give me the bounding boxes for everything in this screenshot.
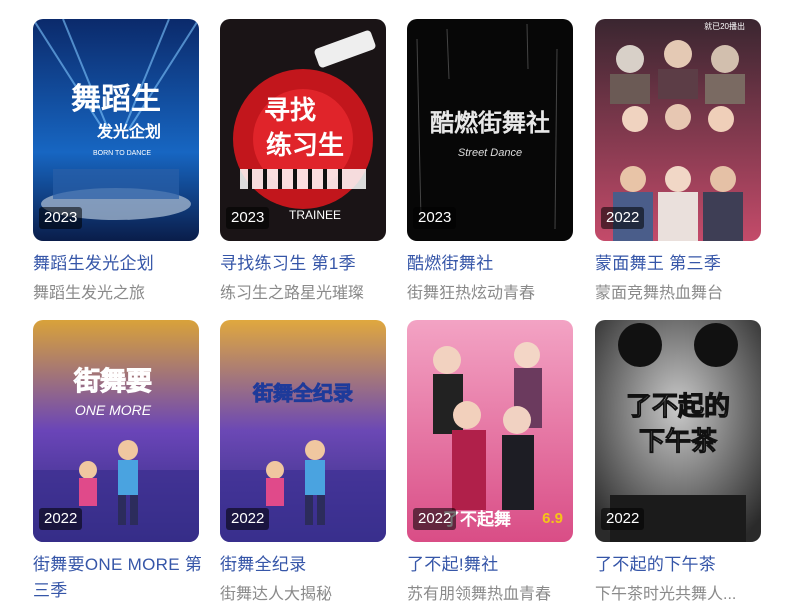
poster-image[interactable]: 了不起舞 2022 6.9	[407, 320, 573, 542]
year-badge: 2023	[226, 207, 270, 229]
svg-text:练习生: 练习生	[266, 130, 344, 161]
show-title-link[interactable]: 了不起的下午茶	[595, 552, 770, 578]
show-title-link[interactable]: 街舞要ONE MORE 第三季	[33, 552, 208, 604]
year-badge: 2022	[601, 508, 645, 530]
show-title-link[interactable]: 酷燃街舞社	[407, 251, 582, 277]
show-title-link[interactable]: 街舞全纪录	[220, 552, 395, 578]
svg-text:酷燃街舞社: 酷燃街舞社	[430, 109, 550, 137]
show-title-link[interactable]: 了不起!舞社	[407, 552, 582, 578]
svg-text:街舞要: 街舞要	[73, 367, 152, 397]
poster-image[interactable]: 就已20播出 2022	[595, 19, 761, 241]
svg-text:下午茶: 下午茶	[639, 426, 718, 457]
year-badge: 2022	[39, 508, 83, 530]
poster-image[interactable]: 酷燃街舞社 Street Dance 2023	[407, 19, 573, 241]
poster-image[interactable]: 舞蹈生 发光企划 BORN TO DANCE 2023	[33, 19, 199, 241]
poster-image[interactable]: 街舞全纪录 2022	[220, 320, 386, 542]
poster-image[interactable]: 了不起的 下午茶 2022	[595, 320, 761, 542]
svg-text:TRAINEE: TRAINEE	[289, 208, 341, 222]
poster-image[interactable]: 街舞要 ONE MORE 2022	[33, 320, 199, 542]
show-subtitle: 街舞达人大揭秘	[220, 586, 333, 603]
svg-text:发光企划: 发光企划	[96, 122, 161, 141]
svg-text:寻找: 寻找	[264, 96, 316, 126]
year-badge: 2022	[601, 207, 645, 229]
show-subtitle: 练习生之路星光璀璨	[220, 285, 365, 302]
year-badge: 2022	[226, 508, 270, 530]
svg-text:就已20播出: 就已20播出	[704, 21, 745, 31]
show-title-link[interactable]: 蒙面舞王 第三季	[595, 251, 770, 277]
show-title-link[interactable]: 寻找练习生 第1季	[220, 251, 395, 277]
show-title-link[interactable]: 舞蹈生发光企划	[33, 251, 208, 277]
year-badge: 2022	[413, 508, 457, 530]
show-subtitle: 蒙面竞舞热血舞台	[595, 285, 724, 302]
show-subtitle: 下午茶时光共舞人...	[595, 586, 737, 603]
svg-text:Street Dance: Street Dance	[458, 147, 522, 159]
svg-text:舞蹈生: 舞蹈生	[71, 82, 161, 117]
year-badge: 2023	[39, 207, 83, 229]
show-subtitle: 苏有朋领舞热血青春	[407, 586, 552, 603]
show-subtitle: 街舞狂热炫动青春	[407, 285, 536, 302]
douban-rating: 6.9	[542, 510, 563, 527]
svg-text:ONE MORE: ONE MORE	[75, 402, 152, 418]
show-grid: 舞蹈生 发光企划 BORN TO DANCE 2023 舞蹈生发光企划 舞蹈生发…	[0, 0, 794, 606]
poster-image[interactable]: 寻找 练习生 TRAINEE 2023	[220, 19, 386, 241]
svg-text:街舞全纪录: 街舞全纪录	[252, 381, 353, 405]
year-badge: 2023	[413, 207, 457, 229]
svg-text:BORN TO DANCE: BORN TO DANCE	[93, 150, 151, 157]
show-subtitle: 舞蹈生发光之旅	[33, 285, 146, 302]
svg-text:了不起的: 了不起的	[626, 391, 730, 422]
